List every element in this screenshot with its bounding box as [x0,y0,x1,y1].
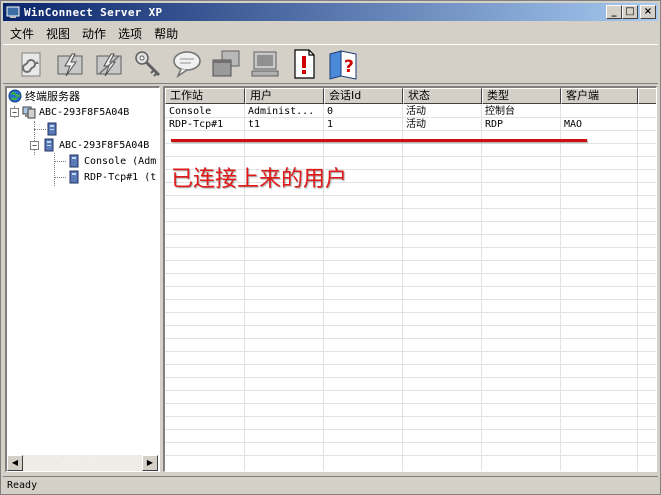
close-button[interactable]: × [640,5,656,19]
computer-icon [251,51,279,77]
column-user[interactable]: 用户 [245,88,324,104]
column-type[interactable]: 类型 [482,88,561,104]
menu-help[interactable]: 帮助 [149,25,183,42]
window-title: WinConnect Server XP [24,5,163,19]
cell-user: t1 [248,119,261,130]
key-button[interactable] [130,46,166,82]
tree-session-console-label: Console (Adm [84,155,157,167]
tree-server-1-label: ABC-293F8F5A04B [39,106,130,118]
tree-horizontal-scrollbar[interactable]: ◀ ▶ [7,455,158,471]
cell-workstation: RDP-Tcp#1 [169,119,224,130]
tree-server-2-label: ABC-293F8F5A04B [59,139,150,151]
status-text: Ready [7,479,38,491]
message-icon [173,51,201,79]
status-bar: Ready [3,476,658,493]
server-node-icon [47,122,57,136]
cell-type: 控制台 [485,106,515,117]
cell-state: 活动 [406,119,426,130]
connect-icon [57,53,83,77]
list-header: 工作站 用户 会话Id 状态 类型 客户端 [165,88,656,104]
cell-session-id: 1 [327,119,334,130]
session-list[interactable]: 工作站 用户 会话Id 状态 类型 客户端 Console Administ..… [163,86,657,472]
session-icon [69,154,79,168]
tree-server-node[interactable] [45,121,62,137]
server-icon [22,106,36,119]
scroll-track[interactable] [23,455,142,471]
alert-button[interactable] [286,46,322,82]
menu-view[interactable]: 视图 [41,25,75,42]
cell-user: Administ... [248,106,315,117]
cell-type: RDP [485,119,504,130]
help-button[interactable]: ? [325,46,361,82]
column-workstation[interactable]: 工作站 [165,88,245,104]
toolbar: ? [3,44,658,84]
column-session-id[interactable]: 会话Id [324,88,403,104]
globe-icon [8,89,22,103]
column-filler [638,88,656,104]
app-icon [6,6,20,18]
app-window: WinConnect Server XP _ □ × 文件 视图 动作 选项 帮… [0,0,661,495]
column-client[interactable]: 客户端 [561,88,638,104]
maximize-button[interactable]: □ [622,5,638,19]
server-icon [44,138,54,152]
menu-file[interactable]: 文件 [5,25,39,42]
minimize-button[interactable]: _ [606,5,622,19]
session-icon [69,170,79,184]
scroll-left-icon[interactable]: ◀ [7,455,23,471]
connect-button[interactable] [52,46,88,82]
tree-session-console[interactable]: Console (Adm [67,153,156,169]
server-tree[interactable]: 终端服务器 − ABC-293F8F5A04B − ABC-293F8F5A04… [5,86,160,472]
help-book-icon: ? [329,50,357,80]
computer-button[interactable] [247,46,283,82]
cell-session-id: 0 [327,106,334,117]
tree-server-2[interactable]: − ABC-293F8F5A04B [30,137,149,153]
refresh-icon [21,52,41,77]
menu-bar: 文件 视图 动作 选项 帮助 [3,23,658,43]
windows-button[interactable] [208,46,244,82]
svg-text:?: ? [344,57,354,77]
annotation-text: 已连接上来的用户 [171,167,348,192]
annotation-underline [171,139,587,142]
cell-workstation: Console [169,106,212,117]
message-button[interactable] [169,46,205,82]
tree-session-rdp-label: RDP-Tcp#1 (t [84,171,157,183]
alert-icon [294,49,315,79]
cell-state: 活动 [406,106,426,117]
scroll-right-icon[interactable]: ▶ [142,455,158,471]
collapse-icon[interactable]: − [10,107,19,117]
tree-root-label: 终端服务器 [25,90,80,103]
menu-action[interactable]: 动作 [77,25,111,42]
cell-client [560,105,637,118]
cell-client: MAO [564,119,583,130]
refresh-button[interactable] [13,46,49,82]
collapse-icon[interactable]: − [30,140,39,150]
column-state[interactable]: 状态 [403,88,482,104]
disconnect-icon [96,53,122,77]
tree-root[interactable]: 终端服务器 [8,88,80,104]
table-row[interactable]: RDP-Tcp#1 t1 1 活动 RDP MAO [165,118,637,131]
tree-server-1[interactable]: − ABC-293F8F5A04B [10,104,129,120]
table-row[interactable]: Console Administ... 0 活动 控制台 [165,105,637,118]
title-bar[interactable]: WinConnect Server XP _ □ × [3,3,658,21]
windows-icon [212,50,240,77]
disconnect-button[interactable] [91,46,127,82]
tree-session-rdp[interactable]: RDP-Tcp#1 (t [67,169,156,185]
menu-options[interactable]: 选项 [113,25,147,42]
key-icon [135,51,161,77]
